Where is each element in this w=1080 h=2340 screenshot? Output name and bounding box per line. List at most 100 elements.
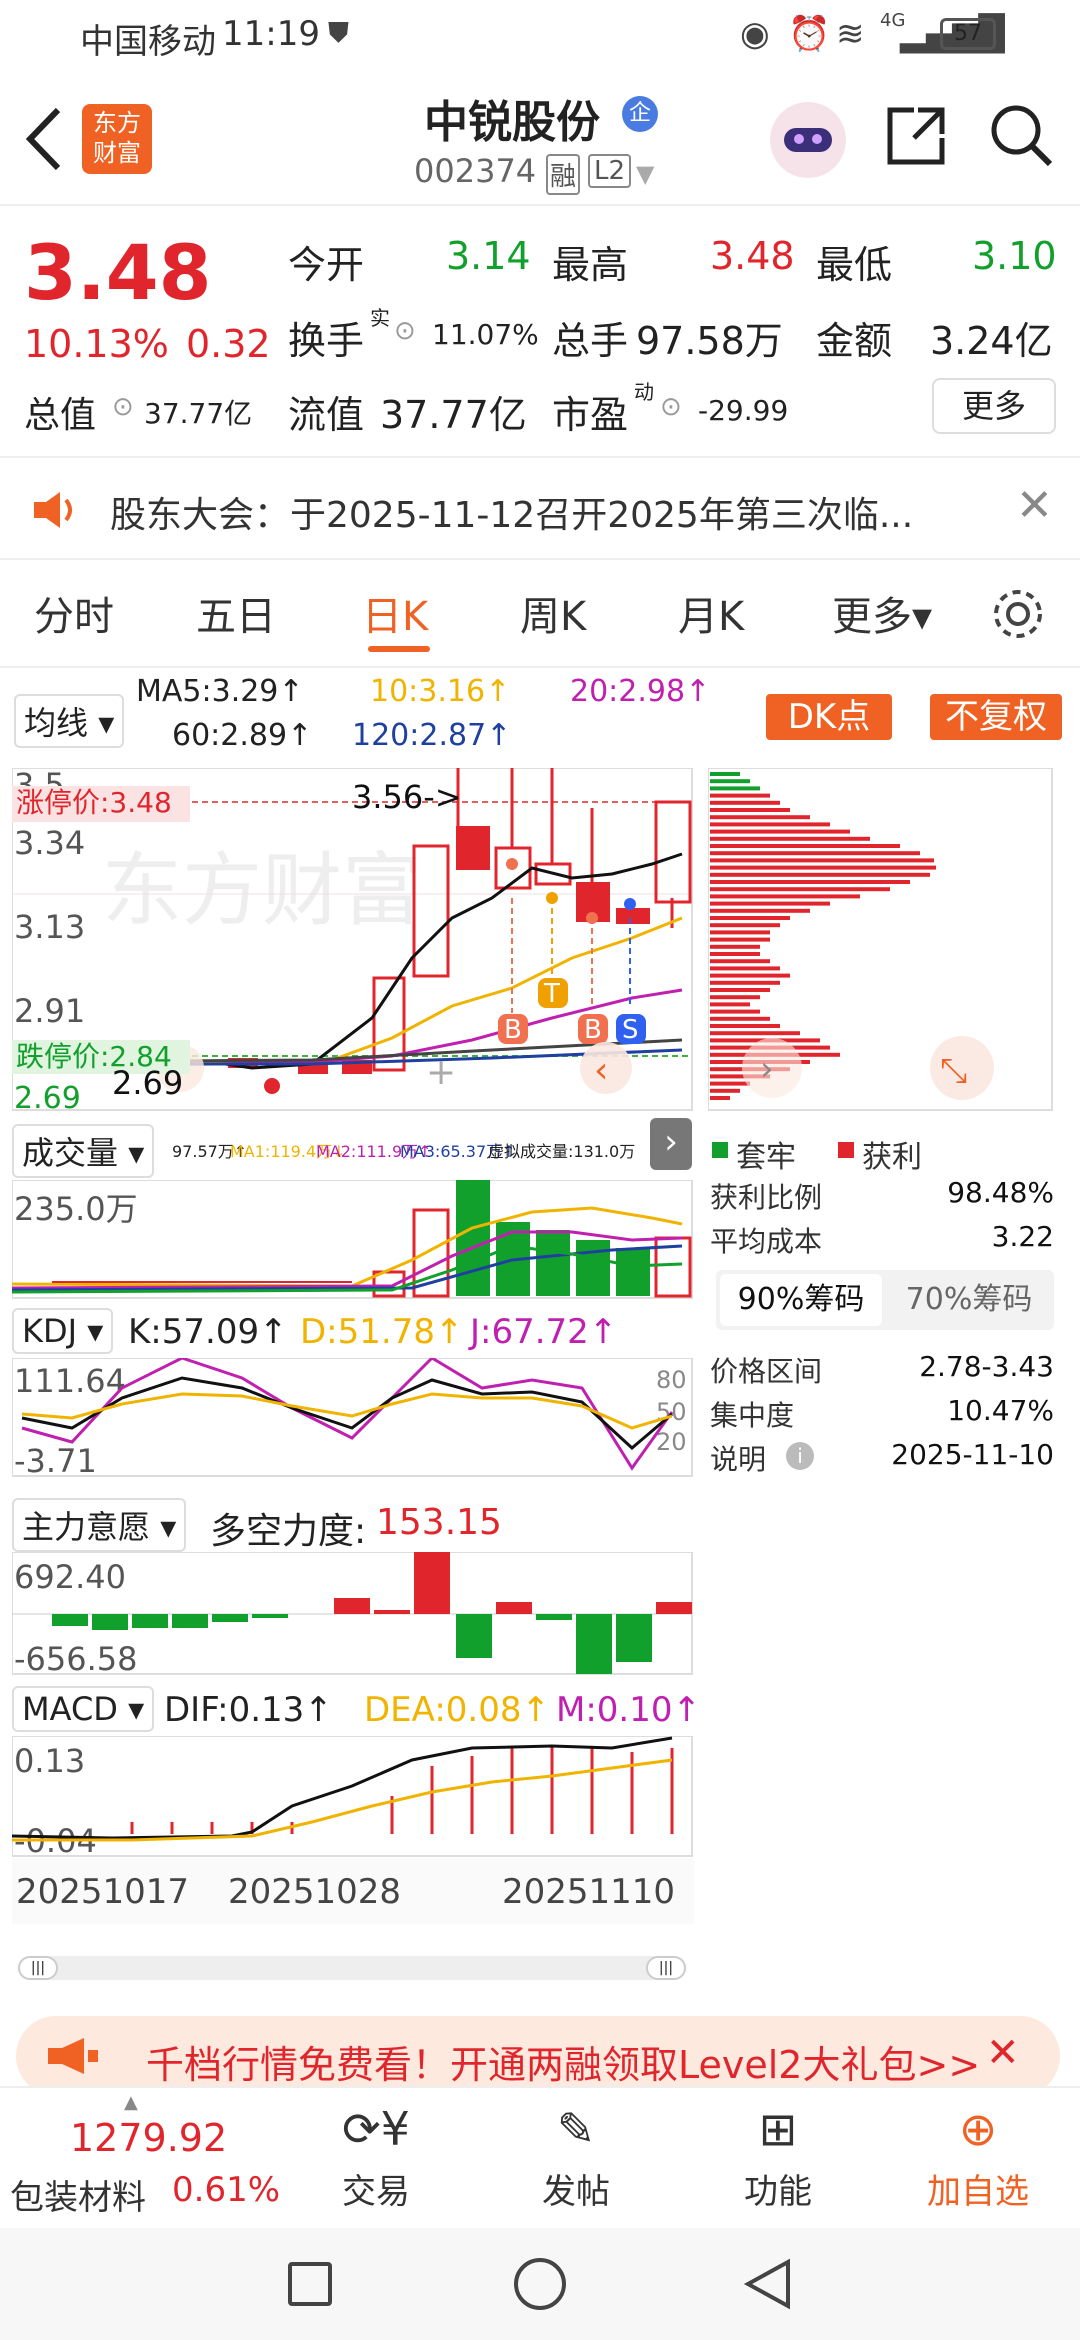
chip-bar: [710, 1096, 730, 1100]
macd-selector[interactable]: MACD ▾: [12, 1686, 155, 1732]
marker-s[interactable]: S: [616, 1014, 646, 1045]
share-icon[interactable]: [884, 104, 948, 168]
promo-text: 千档行情免费看！开通两融领取Level2大礼包>>: [146, 2043, 981, 2087]
crosshair-icon[interactable]: +: [426, 1052, 456, 1093]
chip-bar: [710, 815, 810, 820]
chip-bar: [710, 901, 830, 906]
home-icon[interactable]: [514, 2258, 566, 2310]
chip-bar: [710, 995, 760, 1000]
watermark: 东方财富: [102, 844, 422, 937]
nav-functions[interactable]: ⊞ 功能: [708, 2102, 848, 2213]
concentration-label: 集中度: [710, 1399, 795, 1432]
zlyy-label: 多空力度:: [210, 1511, 367, 1552]
ma-selector[interactable]: 均线 ▾: [14, 694, 125, 748]
quote-panel: 3.48 10.13% 0.32 总值 ⊙ 37.77亿 今开 3.14 最高 …: [0, 206, 1080, 458]
zlyy-selector[interactable]: 主力意愿 ▾: [12, 1498, 187, 1552]
index-value[interactable]: 1279.92: [70, 2116, 227, 2160]
chevron-down-icon[interactable]: ▼: [636, 160, 654, 188]
date-label: 20251110: [502, 1872, 676, 1912]
marker-b[interactable]: B: [578, 1014, 608, 1045]
chip-bar: [710, 865, 936, 870]
chip-bar: [710, 836, 870, 841]
gear-icon[interactable]: [990, 586, 1046, 642]
back-icon[interactable]: [22, 104, 66, 174]
chip-bar: [710, 822, 830, 827]
kdj-d: D:51.78↑: [300, 1312, 464, 1352]
avg-cost-value: 3.22: [991, 1220, 1054, 1253]
close-icon[interactable]: ✕: [1016, 480, 1053, 531]
close-icon[interactable]: ✕: [986, 2030, 1020, 2076]
open-label: 今开: [288, 243, 365, 287]
nav-add-watchlist[interactable]: ⊕ 加自选: [908, 2102, 1048, 2213]
chip-bar: [710, 1009, 760, 1014]
stock-code: 002374: [414, 152, 537, 190]
chip-distribution[interactable]: › ⤡: [708, 768, 1054, 1114]
sector-change: 0.61%: [172, 2170, 281, 2210]
logo-text-2: 财富: [93, 139, 141, 167]
tab-monthly-k[interactable]: 月K: [678, 584, 744, 642]
edit-icon: ✎: [556, 2102, 596, 2156]
zlyy-ymin: -656.58: [14, 1640, 138, 1676]
search-icon[interactable]: [988, 102, 1054, 168]
dk-point-button[interactable]: DK点: [766, 694, 892, 740]
marker-b[interactable]: B: [498, 1014, 528, 1045]
clock: 11:19: [222, 14, 320, 54]
date-axis: 20251017 20251028 20251110: [12, 1858, 694, 1924]
recent-apps-icon[interactable]: [288, 2262, 332, 2306]
volume-selector[interactable]: 成交量 ▾: [12, 1124, 155, 1178]
info-icon[interactable]: ⊙: [394, 316, 416, 346]
tab-daily-k[interactable]: 日K: [362, 584, 428, 642]
notice-text: 股东大会：于2025-11-12召开2025年第三次临...: [110, 495, 914, 536]
info-icon[interactable]: i: [786, 1442, 814, 1470]
nav-post[interactable]: ✎ 发帖: [506, 2102, 646, 2213]
no-adjust-button[interactable]: 不复权: [930, 694, 1062, 740]
sector-name[interactable]: 包装材料: [10, 2170, 146, 2219]
expand-icon[interactable]: ⤡: [940, 1051, 967, 1091]
legend-profit: 获利: [862, 1140, 922, 1175]
ma20-value: 20:2.98↑: [570, 674, 711, 709]
pe-sup: 动: [634, 380, 654, 404]
nav-trade[interactable]: ⟳¥ 交易: [306, 2102, 446, 2213]
chip-bar: [710, 772, 740, 776]
level2-tag: L2: [588, 154, 632, 188]
promo-banner[interactable]: 千档行情免费看！开通两融领取Level2大礼包>> ✕: [16, 2016, 1060, 2096]
tab-more[interactable]: 更多▾: [832, 584, 932, 642]
ma-selector-label: 均线: [24, 704, 89, 742]
more-button[interactable]: 更多: [932, 378, 1056, 434]
tab-intraday[interactable]: 分时: [34, 584, 114, 642]
app-logo[interactable]: 东方 财富: [82, 104, 152, 174]
tab-chip-70[interactable]: 70%筹码: [888, 1274, 1050, 1326]
chip-bar: [710, 786, 760, 791]
tab-five-day[interactable]: 五日: [196, 584, 276, 642]
kdj-selector[interactable]: KDJ ▾: [12, 1308, 114, 1354]
trade-icon: ⟳¥: [342, 2102, 410, 2156]
chip-bar: [710, 851, 920, 856]
chart-tabs: 分时 五日 日K 周K 月K 更多▾: [0, 560, 1080, 668]
info-icon[interactable]: ⊙: [660, 392, 682, 422]
logo-text-1: 东方: [93, 109, 141, 137]
chip-bar: [710, 1024, 780, 1028]
tab-weekly-k[interactable]: 周K: [520, 584, 586, 642]
chip-bar: [710, 988, 770, 992]
macd-ymax: 0.13: [14, 1742, 85, 1780]
macd-selector-label: MACD: [22, 1690, 118, 1728]
expand-panel-icon[interactable]: ›: [650, 1118, 692, 1170]
chip-bar: [710, 887, 890, 892]
info-icon[interactable]: ⊙: [112, 392, 134, 422]
ma10-value: 10:3.16↑: [370, 674, 511, 709]
assistant-avatar[interactable]: [770, 102, 846, 178]
date-label: 20251028: [228, 1872, 402, 1912]
volume-label: 总手: [552, 319, 629, 363]
chip-left-icon[interactable]: ›: [760, 1049, 774, 1089]
marker-t[interactable]: T: [538, 978, 568, 1009]
notice-bar[interactable]: 股东大会：于2025-11-12召开2025年第三次临... ✕: [0, 460, 1080, 560]
margin-tag: 融: [546, 154, 581, 195]
alarm-icon: ⏰: [788, 14, 831, 54]
y-label-bottom: 2.69: [14, 1081, 81, 1116]
range-slider[interactable]: ||| |||: [18, 1956, 686, 1980]
back-nav-icon[interactable]: [742, 2258, 794, 2310]
slider-left-handle[interactable]: |||: [18, 1956, 58, 1980]
slider-right-handle[interactable]: |||: [646, 1956, 686, 1980]
tab-chip-90[interactable]: 90%筹码: [720, 1274, 882, 1326]
volume-selector-label: 成交量: [22, 1134, 119, 1172]
